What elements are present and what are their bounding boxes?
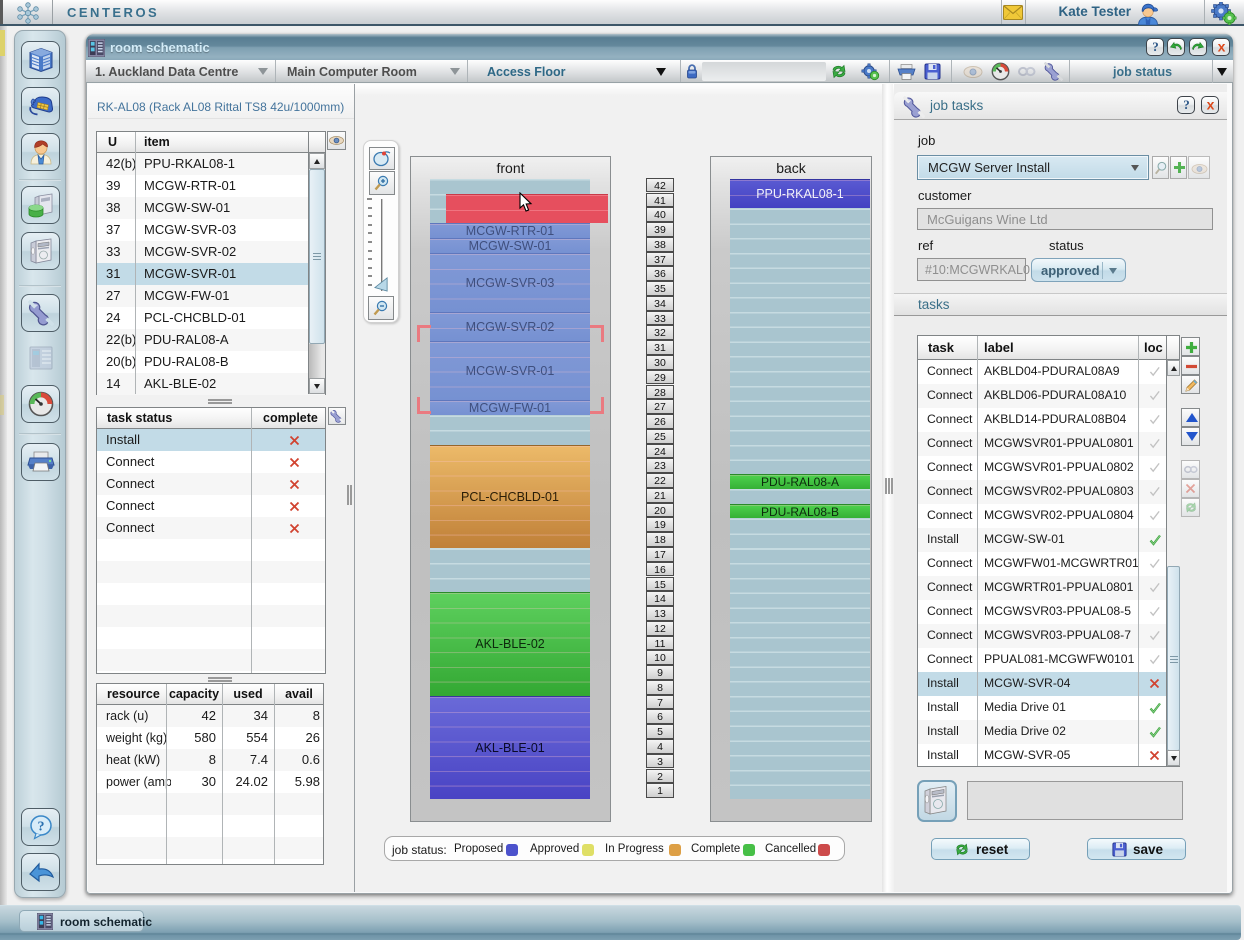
svg-text:x: x	[1217, 40, 1225, 53]
svg-text:?: ?	[37, 820, 44, 835]
svg-text:?: ?	[1152, 40, 1159, 53]
svg-text:x: x	[1206, 98, 1214, 111]
svg-text:?: ?	[1183, 98, 1190, 111]
